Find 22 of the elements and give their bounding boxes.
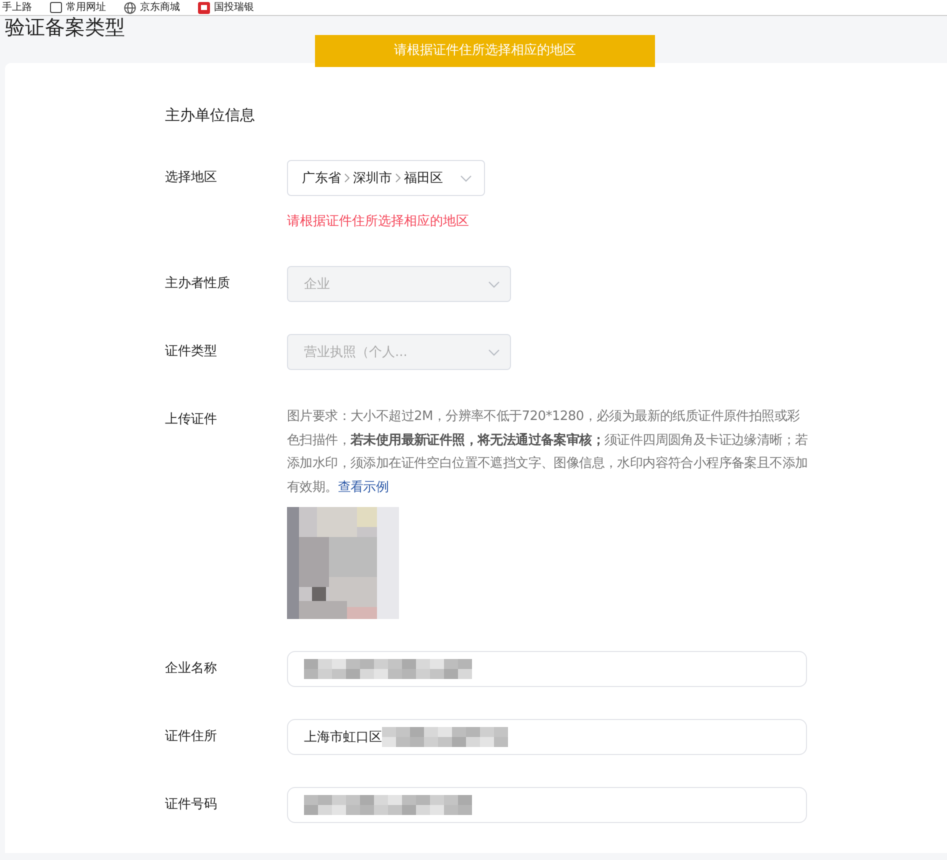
- field-label: 证件住所: [165, 728, 218, 746]
- bookmark-link[interactable]: 国投瑞银: [214, 2, 254, 14]
- region-option: 广东省: [302, 169, 341, 187]
- toast-message: 请根据证件住所选择相应的地区: [315, 35, 655, 67]
- bookmark-link[interactable]: 京东商城: [140, 2, 180, 14]
- field-label: 证件类型: [165, 343, 218, 361]
- upload-requirements: 图片要求：大小不超过2M，分辨率不低于720*1280，必须为最新的纸质证件原件拍照或彩色扫描件，若未使用最新证件照，将无法通过备案审核；须证件四周圆角及卡证边缘清晰；若添加水印，须添加在证件空白位置不遮挡文字、图像信息，水印内容符合小程序备案且不添加有效期。查看示例: [287, 408, 809, 496]
- field-label: 主办者性质: [165, 275, 231, 293]
- section-title: 主办单位信息: [165, 105, 256, 125]
- bookmark-link[interactable]: 手上路: [2, 2, 32, 14]
- region-option: 深圳市: [353, 169, 392, 187]
- field-label: 企业名称: [165, 660, 218, 678]
- field-label: 选择地区: [165, 169, 218, 187]
- region-option: 福田区: [404, 169, 443, 187]
- page-title: 验证备案类型: [5, 16, 126, 38]
- field-label: 证件号码: [165, 796, 218, 814]
- field-label: 上传证件: [165, 411, 218, 429]
- bookmark-link[interactable]: 常用网址: [66, 2, 106, 14]
- region-select[interactable]: 广东省 深圳市 福田区: [287, 160, 485, 196]
- text-field[interactable]: 上海市虹口区: [287, 719, 807, 755]
- error-message: 请根据证件住所选择相应的地区: [287, 213, 470, 231]
- example-link[interactable]: 查看示例: [338, 480, 389, 494]
